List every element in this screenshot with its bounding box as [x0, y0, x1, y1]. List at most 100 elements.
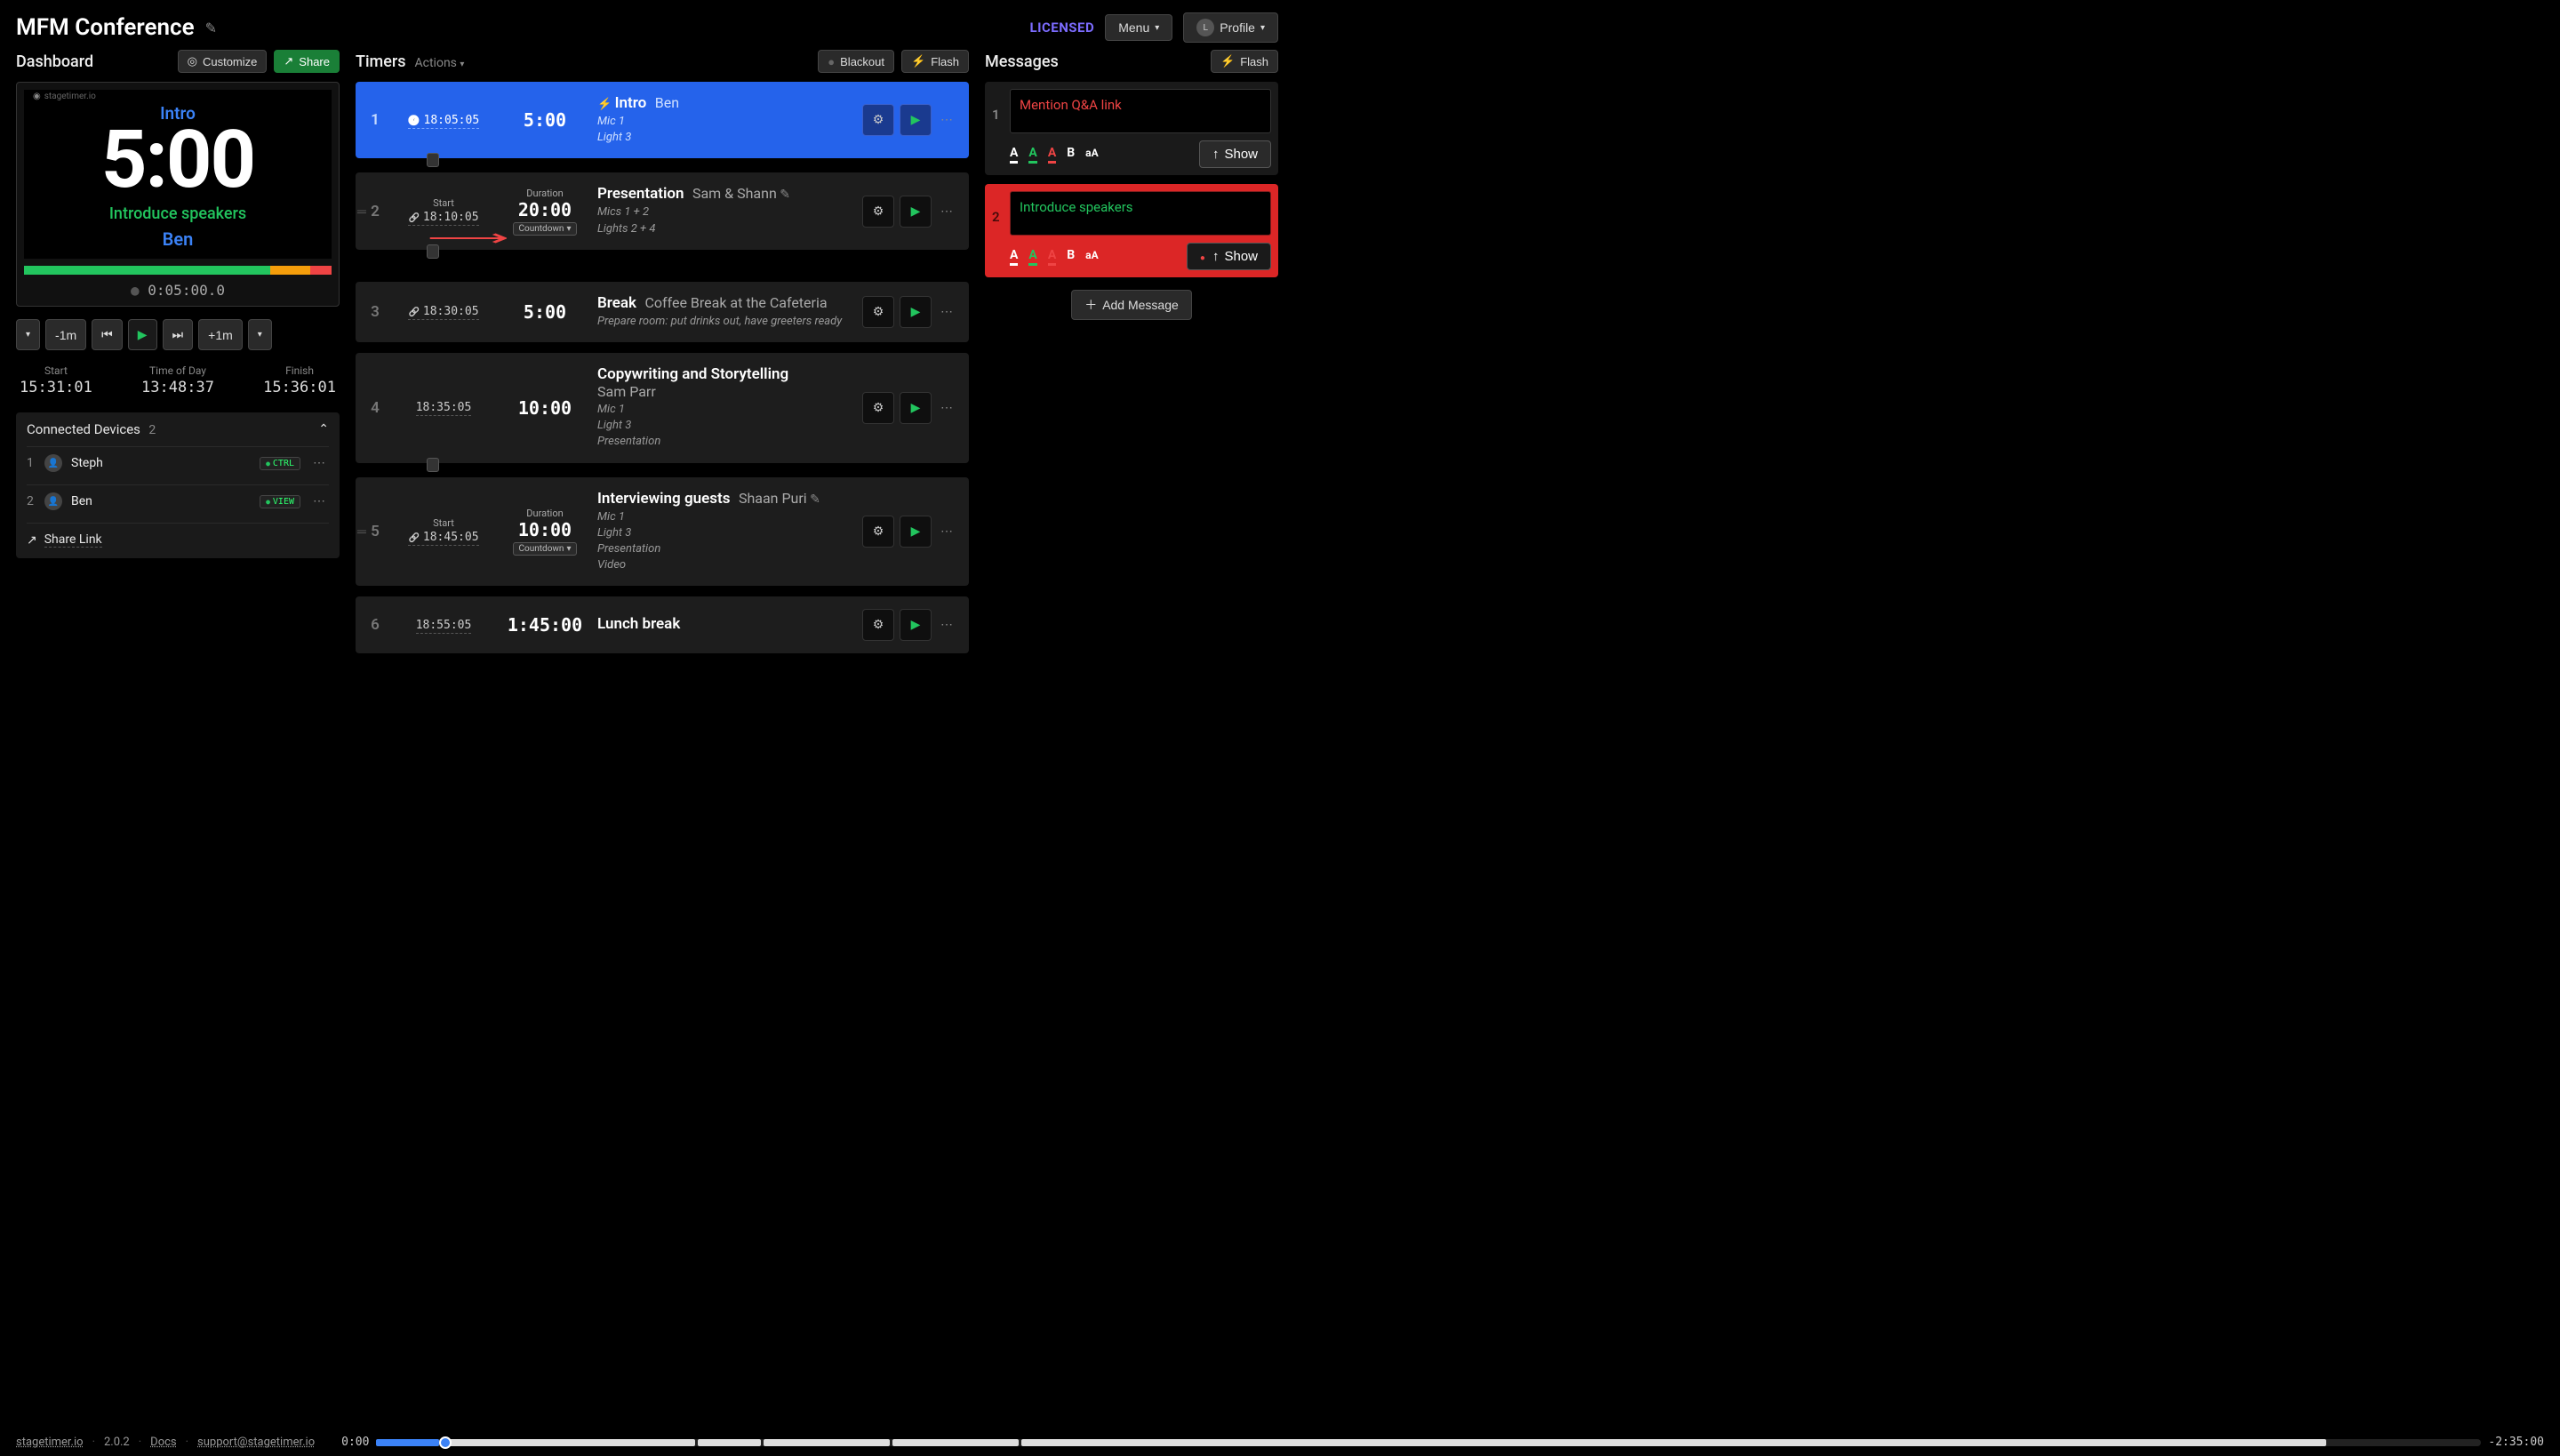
device-menu-icon[interactable]: ⋯ [309, 494, 329, 508]
bold-toggle[interactable]: B [1067, 248, 1075, 266]
timer-play-button[interactable]: ▶ [900, 104, 932, 136]
timer-start-time[interactable]: 18:35:05 [416, 401, 472, 416]
case-toggle[interactable]: aA [1085, 147, 1098, 163]
timer-settings-button[interactable]: ⚙ [862, 196, 894, 228]
share-button[interactable]: ↗ Share [274, 50, 340, 73]
timer-duration: 10:00 [505, 397, 585, 419]
play-icon: ▶ [911, 618, 921, 632]
share-link-label: Share Link [44, 532, 102, 548]
timers-flash-button[interactable]: ⚡ Flash [901, 50, 969, 73]
timer-start-time[interactable]: 18:10:05 [408, 211, 478, 226]
minus-1m-button[interactable]: -1m [45, 319, 86, 350]
timer-play-button[interactable]: ▶ [900, 196, 932, 228]
timer-play-button[interactable]: ▶ [900, 609, 932, 641]
timers-title: Timers [356, 52, 406, 71]
messages-flash-button[interactable]: ⚡ Flash [1211, 50, 1278, 73]
play-icon: ▶ [911, 524, 921, 539]
timer-more-icon[interactable]: ⋯ [937, 204, 956, 219]
next-button[interactable]: ⏭ [163, 319, 194, 350]
timer-settings-button[interactable]: ⚙ [862, 392, 894, 424]
timer-card[interactable]: 1 18:05:055:00 Intro BenMic 1Light 3⚙▶⋯ [356, 82, 969, 158]
timer-settings-button[interactable]: ⚙ [862, 104, 894, 136]
timer-card[interactable]: 4 18:35:0510:00Copywriting and Storytell… [356, 353, 969, 463]
add-message-button[interactable]: ＋ Add Message [1071, 290, 1192, 320]
color-white[interactable]: A [1010, 248, 1018, 266]
timer-more-icon[interactable]: ⋯ [937, 113, 956, 127]
plus-caret-button[interactable]: ▾ [248, 319, 272, 350]
countdown-pill[interactable]: Countdown ▾ [513, 542, 578, 556]
edit-icon[interactable]: ✎ [810, 492, 820, 507]
footer-support-link[interactable]: support@stagetimer.io [197, 1436, 315, 1449]
timer-card[interactable]: 6 18:55:051:45:00Lunch break⚙▶⋯ [356, 596, 969, 653]
menu-button[interactable]: Menu▾ [1105, 14, 1172, 41]
timer-settings-button[interactable]: ⚙ [862, 296, 894, 328]
drag-handle-icon[interactable]: ═ [356, 200, 370, 222]
timer-preview: stagetimer.io Intro 5:00 Introduce speak… [16, 82, 340, 307]
message-show-button[interactable]: Show [1187, 243, 1271, 270]
start-label: Start [20, 364, 92, 377]
timer-speaker: Coffee Break at the Cafeteria [645, 294, 828, 311]
drag-handle-icon[interactable]: ═ [356, 520, 370, 542]
up-arrow-icon [1212, 249, 1220, 264]
customize-button[interactable]: ◎ Customize [178, 50, 268, 73]
timeline-start: 0:00 [341, 1436, 369, 1449]
timer-connector[interactable] [427, 153, 439, 167]
bold-toggle[interactable]: B [1067, 146, 1075, 164]
device-badge: CTRL [260, 457, 300, 470]
timer-more-icon[interactable]: ⋯ [937, 401, 956, 415]
color-white[interactable]: A [1010, 146, 1018, 164]
message-show-button[interactable]: Show [1199, 140, 1271, 168]
countdown-pill[interactable]: Countdown ▾ [513, 222, 578, 236]
message-textarea[interactable]: Introduce speakers [1010, 191, 1271, 236]
prev-button[interactable]: ⏮ [92, 319, 123, 350]
timeline-cursor[interactable] [439, 1436, 452, 1449]
timer-connector[interactable] [427, 458, 439, 472]
link-icon [408, 211, 419, 224]
edit-icon[interactable]: ✎ [780, 188, 790, 202]
timer-speaker: Sam & Shann [692, 185, 777, 202]
timer-index: 2 [368, 203, 382, 220]
color-red[interactable]: A [1048, 146, 1056, 164]
footer-version: 2.0.2 [104, 1436, 130, 1449]
timer-more-icon[interactable]: ⋯ [937, 524, 956, 539]
color-green[interactable]: A [1028, 146, 1036, 164]
timer-start-time[interactable]: 18:05:05 [408, 114, 479, 129]
timeline-track[interactable] [376, 1439, 2481, 1446]
timer-card[interactable]: ═5Start 18:45:05Duration10:00Countdown ▾… [356, 477, 969, 587]
timer-more-icon[interactable]: ⋯ [937, 618, 956, 632]
timer-start-time[interactable]: 18:55:05 [416, 619, 472, 634]
plus-1m-button[interactable]: +1m [198, 319, 243, 350]
timer-duration: 5:00 [505, 301, 585, 323]
play-button[interactable]: ▶ [128, 319, 157, 350]
message-textarea[interactable]: Mention Q&A link [1010, 89, 1271, 133]
timer-card[interactable]: 3 18:30:055:00Break Coffee Break at the … [356, 282, 969, 342]
color-green[interactable]: A [1028, 248, 1036, 266]
blackout-button[interactable]: ● Blackout [818, 50, 894, 73]
license-badge: LICENSED [1029, 20, 1094, 36]
timer-connector[interactable] [427, 244, 439, 259]
clock-icon [408, 114, 420, 127]
timer-settings-button[interactable]: ⚙ [862, 516, 894, 548]
gear-icon: ⚙ [873, 401, 884, 415]
timer-settings-button[interactable]: ⚙ [862, 609, 894, 641]
timer-play-button[interactable]: ▶ [900, 392, 932, 424]
devices-toggle[interactable]: Connected Devices 2 ⌃ [27, 421, 329, 437]
minus-caret-button[interactable]: ▾ [16, 319, 40, 350]
device-menu-icon[interactable]: ⋯ [309, 456, 329, 470]
color-red[interactable]: A [1048, 248, 1056, 266]
timers-actions-dropdown[interactable]: Actions ▾ [415, 56, 465, 70]
footer-docs-link[interactable]: Docs [150, 1436, 176, 1449]
customize-label: Customize [203, 55, 257, 68]
edit-title-icon[interactable]: ✎ [205, 20, 217, 36]
case-toggle[interactable]: aA [1085, 249, 1098, 265]
timer-more-icon[interactable]: ⋯ [937, 305, 956, 319]
timer-play-button[interactable]: ▶ [900, 516, 932, 548]
footer-site-link[interactable]: stagetimer.io [16, 1436, 84, 1449]
share-link-button[interactable]: ↗ Share Link [27, 523, 329, 549]
profile-button[interactable]: L Profile▾ [1183, 12, 1278, 43]
timer-card[interactable]: ═2Start 18:10:05Duration20:00Countdown ▾… [356, 172, 969, 249]
timer-start-time[interactable]: 18:30:05 [408, 305, 478, 320]
timer-start-time[interactable]: 18:45:05 [408, 531, 478, 546]
timer-play-button[interactable]: ▶ [900, 296, 932, 328]
timer-title: Copywriting and Storytelling [597, 365, 788, 383]
